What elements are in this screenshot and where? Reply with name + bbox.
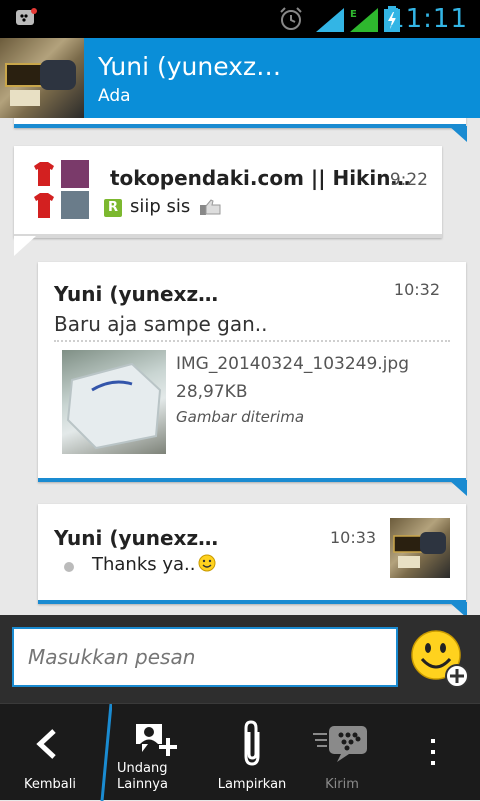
message-bubble-tokopendaki[interactable]: tokopendaki.com || Hikin… 9:22 R siip si…	[14, 146, 442, 256]
invite-label: Undang Lainnya	[117, 761, 200, 793]
smiley-emoticon-icon	[198, 554, 216, 572]
divider	[54, 340, 450, 342]
divider	[100, 704, 112, 801]
network-type-label: E	[350, 9, 357, 20]
action-bar: Kembali Undang Lainnya Lampirkan Kirim	[0, 703, 480, 801]
back-button[interactable]: Kembali	[0, 704, 100, 801]
bubble-tail	[14, 236, 36, 256]
invite-others-button[interactable]: Undang Lainnya	[112, 704, 200, 801]
sender-name: tokopendaki.com || Hikin…	[110, 166, 411, 190]
message-bubble-yuni-thanks[interactable]: Yuni (yunexz… 10:33 Thanks ya..	[38, 504, 467, 615]
message-text: Thanks ya..	[92, 554, 196, 575]
add-contact-icon	[136, 724, 177, 756]
message-time: 9:22	[389, 170, 428, 190]
message-time: 10:32	[393, 280, 440, 299]
send-button[interactable]: Kirim	[300, 704, 384, 801]
attachment-status: Gambar diterima	[176, 408, 305, 426]
delivery-status-dot-icon	[64, 562, 74, 572]
status-bar: E 11:11	[0, 0, 480, 38]
alarm-icon	[280, 7, 302, 30]
clock: 11:11	[388, 4, 468, 34]
bbm-notification-icon	[16, 8, 37, 25]
wifi-signal-icon	[316, 8, 344, 32]
sender-name: Yuni (yunexz…	[54, 526, 219, 550]
message-text: siip sis	[130, 196, 191, 217]
image-attachment-thumbnail[interactable]	[62, 350, 166, 454]
bubble-tail	[449, 126, 467, 142]
contact-avatar[interactable]	[0, 38, 84, 118]
contact-status: Ada	[98, 86, 131, 106]
invite-label-line2: Lainnya	[117, 777, 168, 792]
emoticon-picker-button[interactable]	[410, 627, 470, 689]
attach-button[interactable]: Lampirkan	[212, 704, 292, 801]
chevron-left-icon	[36, 729, 56, 759]
paperclip-icon	[244, 720, 260, 766]
read-status-icon: R	[104, 199, 122, 217]
back-label: Kembali	[24, 777, 76, 792]
attachment-file-name: IMG_20140324_103249.jpg	[176, 354, 409, 374]
attachment-file-size: 28,97KB	[176, 382, 248, 402]
chat-list[interactable]: tokopendaki.com || Hikin… 9:22 R siip si…	[0, 118, 480, 615]
sender-avatar	[30, 160, 89, 219]
message-bubble-yuni-image[interactable]: Yuni (yunexz… 10:32 Baru aja sampe gan..…	[38, 262, 467, 496]
bbm-send-icon	[313, 726, 367, 762]
sender-avatar	[390, 518, 450, 578]
overflow-menu-button[interactable]	[410, 704, 456, 801]
attach-label: Lampirkan	[217, 777, 287, 792]
message-text: Baru aja sampe gan..	[54, 312, 268, 336]
send-label: Kirim	[325, 777, 359, 792]
message-input[interactable]	[12, 627, 398, 687]
compose-bar	[0, 615, 480, 703]
invite-label-line1: Undang	[117, 761, 168, 776]
sender-name: Yuni (yunexz…	[54, 282, 219, 306]
contact-name: Yuni (yunexz…	[98, 52, 282, 81]
cellular-signal-icon: E	[350, 8, 378, 32]
message-bubble-partial	[14, 118, 467, 142]
thumbs-up-emoticon-icon	[200, 199, 221, 215]
more-vertical-icon	[431, 739, 435, 765]
chat-header[interactable]: Yuni (yunexz… Ada	[0, 38, 480, 118]
message-time: 10:33	[330, 528, 377, 547]
bubble-tail	[449, 480, 467, 496]
bubble-tail	[449, 602, 467, 615]
